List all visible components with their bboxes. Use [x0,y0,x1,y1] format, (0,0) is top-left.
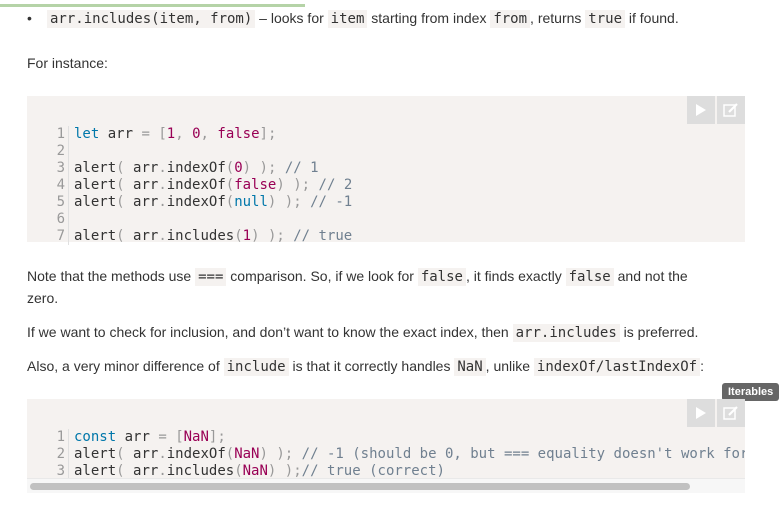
inline-code: item [327,10,368,28]
inline-code: NaN [454,358,486,376]
inclusion-paragraph: If we want to check for inclusion, and d… [27,324,699,342]
edit-icon [723,103,738,117]
edit-icon [723,406,738,420]
inline-code: === [195,268,227,286]
code-toolbar [685,399,745,427]
code-example-1: 1 let arr = [1, 0, false]; 2 3 alert( arr.in… [27,96,745,245]
code-toolbar [685,96,745,124]
inline-code: arr.includes [512,324,620,342]
code-line: 1 const arr = [NaN]; [51,429,745,446]
code-line: 3 alert( arr.indexOf(0) ); // 1 [51,160,352,177]
scrollbar-thumb[interactable] [30,483,690,490]
inline-code: from [490,10,531,28]
inline-code: arr.includes(item, from) [47,10,256,28]
code-lines: 1 const arr = [NaN]; 2 alert( arr.indexOf(N… [51,412,745,478]
code-line: 5 alert( arr.indexOf(null) ); // -1 [51,194,352,211]
code-example-2: 1 const arr = [NaN]; 2 alert( arr.indexOf(N… [27,399,745,478]
code-line: 1 let arr = [1, 0, false]; [51,126,352,143]
code-line: 7 alert( arr.includes(1) ); // true [51,228,352,245]
code-line: 3 alert( arr.includes(NaN) );// true (cor… [51,463,745,478]
reading-progress-bar [0,0,783,8]
play-icon [696,104,706,116]
note-paragraph: Note that the methods use === comparison… [27,268,688,286]
code-line: 6 [51,211,352,228]
inline-code: true [585,10,626,28]
edit-button[interactable] [717,96,745,124]
code-lines: 1 let arr = [1, 0, false]; 2 3 alert( arr.in… [51,109,352,245]
code-line: 2 alert( arr.indexOf(NaN) ); // -1 (shoul… [51,446,745,463]
code-line: 2 [51,143,352,160]
bullet-marker: • [27,10,32,26]
horizontal-scrollbar[interactable] [27,478,745,493]
run-button[interactable] [687,399,715,427]
edit-button[interactable] [717,399,745,427]
inline-code: include [223,358,289,376]
note-paragraph-continued: zero. [27,290,59,306]
inline-code: false [417,268,466,286]
includes-description: • arr.includes(item, from) – looks for i… [27,10,679,28]
for-instance-text: For instance: [27,55,108,71]
reading-progress-fill [0,4,305,7]
inline-code: false [565,268,614,286]
code-line: 4 alert( arr.indexOf(false) ); // 2 [51,177,352,194]
run-button[interactable] [687,96,715,124]
nan-difference-paragraph: Also, a very minor difference of include… [27,358,704,376]
inline-code: indexOf/lastIndexOf [533,358,701,376]
play-icon [696,407,706,419]
